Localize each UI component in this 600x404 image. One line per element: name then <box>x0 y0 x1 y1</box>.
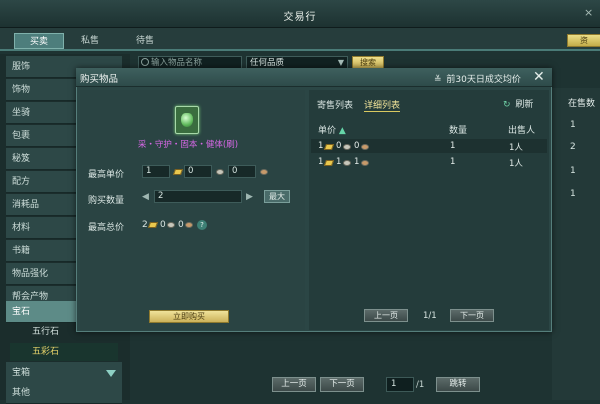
dialog-close-icon[interactable]: ✕ <box>533 68 545 86</box>
double-chevron-down-icon: ≚ <box>434 75 442 85</box>
column-label: 单价 <box>318 126 337 136</box>
category-item-chest[interactable]: 宝箱 <box>6 362 122 384</box>
on-sale-count: 1 <box>570 120 576 130</box>
row-seller: 1人 <box>509 143 523 153</box>
dialog-page-indicator: 1/1 <box>423 311 437 321</box>
page-number-input[interactable]: 1 <box>386 377 414 392</box>
max-price-copper-input[interactable]: 0 <box>228 165 256 178</box>
sort-up-icon: ▲ <box>338 126 346 136</box>
max-price-label: 最高单价 <box>88 170 125 180</box>
row-seller: 1人 <box>509 159 523 169</box>
on-sale-column <box>552 88 600 400</box>
quantity-label: 购买数量 <box>88 196 125 206</box>
max-price-gold-input[interactable]: 1 <box>142 165 170 178</box>
dialog-prev-page-button[interactable]: 上一页 <box>364 309 408 322</box>
gem-item-icon[interactable] <box>175 106 199 134</box>
on-sale-count: 1 <box>570 166 576 176</box>
column-header-qty: 数量 <box>449 126 468 136</box>
search-placeholder: 输入物品名称 <box>151 58 203 68</box>
quality-value: 任何品质 <box>250 58 285 68</box>
tab-detail-list[interactable]: 详细列表 <box>364 98 401 112</box>
refresh-label: 刷新 <box>515 100 534 110</box>
tab-buy-sell[interactable]: 买卖 <box>14 33 64 49</box>
window-close-icon[interactable]: × <box>584 6 593 19</box>
tab-private-sale[interactable]: 私售 <box>68 33 112 49</box>
category-item-other[interactable]: 其他 <box>6 382 122 404</box>
on-sale-count: 1 <box>570 189 576 199</box>
listing-row[interactable]: 1 1 1 1 1人 <box>311 155 547 169</box>
gold-coin-icon <box>323 160 335 166</box>
row-copper: 0 <box>354 141 360 151</box>
refresh-button[interactable]: ↻ 刷新 <box>503 97 533 110</box>
gold-coin-icon <box>323 144 335 150</box>
jump-button[interactable]: 跳转 <box>436 377 480 392</box>
top-right-button[interactable]: 资 <box>567 34 600 47</box>
increase-icon[interactable]: ▶ <box>246 192 253 202</box>
window-title-bar: 交易行 × <box>0 0 600 28</box>
row-silver: 0 <box>336 141 342 151</box>
copper-coin-icon <box>361 160 369 166</box>
buy-now-button[interactable]: 立即购买 <box>149 310 229 323</box>
copper-coin-icon <box>185 222 193 228</box>
price-history-label: 前30天日成交均价 <box>446 75 521 85</box>
help-icon[interactable]: ? <box>197 220 207 230</box>
row-gold: 1 <box>318 157 324 167</box>
silver-coin-icon <box>343 144 351 150</box>
subcategory-item-selected[interactable]: 五彩石 <box>10 343 118 361</box>
on-sale-count: 2 <box>570 142 576 152</box>
tab-consignment-list[interactable]: 寄售列表 <box>317 98 353 111</box>
row-qty: 1 <box>450 157 456 167</box>
silver-coin-icon <box>343 160 351 166</box>
max-quantity-button[interactable]: 最大 <box>264 190 290 203</box>
next-page-button[interactable]: 下一页 <box>320 377 364 392</box>
copper-coin-icon <box>361 144 369 150</box>
prev-page-button[interactable]: 上一页 <box>272 377 316 392</box>
dialog-next-page-button[interactable]: 下一页 <box>450 309 494 322</box>
copper-coin-icon <box>260 169 268 175</box>
tab-pending-sale[interactable]: 待售 <box>120 33 170 49</box>
triangle-down-icon <box>106 370 116 377</box>
page-total: /1 <box>416 380 425 390</box>
tab-bar: 买卖 私售 待售 <box>0 28 600 50</box>
silver-coin-icon <box>167 222 175 228</box>
tab-underline <box>0 49 600 51</box>
total-copper-value: 0 <box>178 220 184 230</box>
row-silver: 1 <box>336 157 342 167</box>
search-icon <box>141 58 149 66</box>
category-label: 宝箱 <box>12 368 31 378</box>
total-silver-value: 0 <box>160 220 166 230</box>
dialog-title: 购买物品 <box>80 74 119 85</box>
gem-icon <box>181 113 193 127</box>
window-title: 交易行 <box>283 12 317 23</box>
silver-coin-icon <box>216 169 224 175</box>
row-gold: 1 <box>318 141 324 151</box>
on-sale-header: 在售数 <box>568 99 596 109</box>
quantity-input[interactable]: 2 <box>154 190 242 203</box>
decrease-icon[interactable]: ◀ <box>142 192 149 202</box>
total-price-label: 最高总价 <box>88 223 125 233</box>
total-gold-value: 2 <box>142 220 148 230</box>
price-history-toggle[interactable]: ≚ 前30天日成交均价 <box>434 72 521 85</box>
item-name: 采・守护・固本・健体(刷) <box>137 140 239 150</box>
column-header-price[interactable]: 单价 ▲ <box>318 123 346 136</box>
row-qty: 1 <box>450 141 456 151</box>
max-price-silver-input[interactable]: 0 <box>184 165 212 178</box>
row-copper: 1 <box>354 157 360 167</box>
refresh-icon: ↻ <box>503 100 511 110</box>
listing-row[interactable]: 1 0 0 1 1人 <box>311 139 547 153</box>
column-header-seller: 出售人 <box>508 126 536 136</box>
